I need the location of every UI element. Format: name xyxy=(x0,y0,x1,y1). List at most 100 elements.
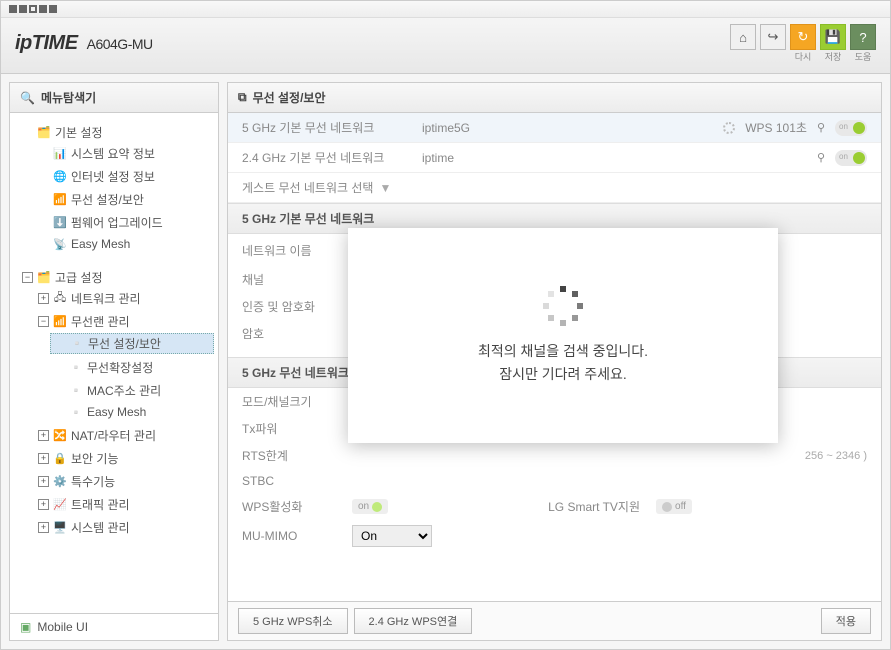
tree-system-summary[interactable]: 📊 시스템 요약 정보 xyxy=(34,144,214,163)
tree-label: 트래픽 관리 xyxy=(71,496,130,513)
tree-label: 무선 설정/보안 xyxy=(71,191,144,208)
form-wps: WPS활성화 on LG Smart TV지원 off xyxy=(228,493,881,520)
wps-5g-cancel-button[interactable]: 5 GHz WPS취소 xyxy=(238,608,348,634)
expand-icon[interactable]: + xyxy=(38,293,49,304)
filter-icon[interactable]: ⚲ xyxy=(817,151,825,164)
lgtv-toggle[interactable]: off xyxy=(656,499,692,514)
rts-range-note: 256 ~ 2346 ) xyxy=(805,450,867,462)
mumimo-select[interactable]: On xyxy=(352,525,432,547)
tree-firmware[interactable]: ⬇️ 펌웨어 업그레이드 xyxy=(34,213,214,232)
tree-wireless-mgmt[interactable]: −📶 무선랜 관리 xyxy=(34,312,214,331)
guest-network-row[interactable]: 게스트 무선 네트워크 선택 ▼ xyxy=(228,173,881,203)
filter-icon[interactable]: ⚲ xyxy=(817,121,825,134)
wps-toggle[interactable]: on xyxy=(352,499,388,514)
tree-special[interactable]: + ⚙️ 특수기능 xyxy=(34,472,214,491)
tree-wireless-security-adv[interactable]: ▫️무선 설정/보안 xyxy=(50,333,214,354)
collapse-icon[interactable]: − xyxy=(38,316,49,327)
save-label: 저장 xyxy=(825,50,842,63)
window-icon xyxy=(39,5,47,13)
expand-icon[interactable]: + xyxy=(38,522,49,533)
form-label: Tx파워 xyxy=(242,420,352,437)
modal-line1: 최적의 채널을 검색 중입니다. xyxy=(478,340,648,362)
tree-label: 무선확장설정 xyxy=(87,359,153,376)
tree-traffic[interactable]: +📈트래픽 관리 xyxy=(34,495,214,514)
nav-tree: 🗂️ 기본 설정 📊시스템 요약 정보 🌐인터넷 설정 정보 📶무선 설정/보안… xyxy=(10,113,218,613)
tree-label: 시스템 요약 정보 xyxy=(71,145,155,162)
toggle-24g[interactable] xyxy=(835,150,867,166)
tree-label: 펌웨어 업그레이드 xyxy=(71,214,163,231)
expand-icon[interactable]: + xyxy=(38,476,49,487)
window-icon xyxy=(9,5,17,13)
form-label: STBC xyxy=(242,474,352,488)
refresh-label: 다시 xyxy=(795,50,812,63)
system-icon: 🖥️ xyxy=(53,521,67,535)
tree-easymesh-adv[interactable]: ▫️Easy Mesh xyxy=(50,404,214,420)
body-container: 🔍 메뉴탐색기 🗂️ 기본 설정 📊시스템 요약 정보 🌐인터넷 설정 정보 📶… xyxy=(1,74,890,649)
lgtv-label: LG Smart TV지원 xyxy=(548,498,640,515)
tree-label: MAC주소 관리 xyxy=(87,382,161,399)
form-label: 네트워크 이름 xyxy=(242,242,352,259)
home-button[interactable]: ⌂ xyxy=(730,24,756,50)
form-stbc: STBC xyxy=(228,469,881,493)
tree-label: 기본 설정 xyxy=(55,124,103,141)
refresh-button[interactable]: ↻ xyxy=(790,24,816,50)
page-icon: ▫️ xyxy=(69,384,83,398)
save-button[interactable]: 💾 xyxy=(820,24,846,50)
chart-icon: 📊 xyxy=(53,147,67,161)
tree-basic-settings[interactable]: 🗂️ 기본 설정 xyxy=(18,123,214,142)
network-row-5g[interactable]: 5 GHz 기본 무선 네트워크 iptime5G WPS 101초 ⚲ xyxy=(228,113,881,143)
tree-label: 무선랜 관리 xyxy=(71,313,130,330)
tree-label: Easy Mesh xyxy=(71,237,130,251)
network-name: iptime5G xyxy=(422,121,723,135)
window-icon xyxy=(29,5,37,13)
tree-label: 특수기능 xyxy=(71,473,115,490)
folder-icon: 🗂️ xyxy=(37,126,51,140)
home-icon: ⌂ xyxy=(739,30,747,45)
tree-easymesh[interactable]: 📡Easy Mesh xyxy=(34,236,214,252)
exit-icon: ↪ xyxy=(768,29,779,45)
lock-icon: 🔒 xyxy=(53,452,67,466)
window-controls xyxy=(1,1,890,18)
network-name: iptime xyxy=(422,151,817,165)
model-text: A604G-MU xyxy=(87,36,153,52)
globe-icon: 🌐 xyxy=(53,170,67,184)
tree-network-mgmt[interactable]: +🖧네트워크 관리 xyxy=(34,289,214,308)
form-label: 인증 및 암호화 xyxy=(242,298,352,315)
tree-advanced-settings[interactable]: −🗂️ 고급 설정 xyxy=(18,268,214,287)
expand-icon[interactable]: + xyxy=(38,499,49,510)
tree-security[interactable]: +🔒보안 기능 xyxy=(34,449,214,468)
expand-icon[interactable]: + xyxy=(38,453,49,464)
expand-icon[interactable]: + xyxy=(38,430,49,441)
window-icon xyxy=(49,5,57,13)
tree-system[interactable]: +🖥️시스템 관리 xyxy=(34,518,214,537)
collapse-icon[interactable]: − xyxy=(22,272,33,283)
sidebar-footer[interactable]: ▣ Mobile UI xyxy=(10,613,218,640)
form-label: 채널 xyxy=(242,271,352,288)
footer-bar: 5 GHz WPS취소 2.4 GHz WPS연결 적용 xyxy=(228,601,881,640)
tree-internet-info[interactable]: 🌐 인터넷 설정 정보 xyxy=(34,167,214,186)
tree-nat-router[interactable]: +🔀NAT/라우터 관리 xyxy=(34,426,214,445)
download-icon: ⬇️ xyxy=(53,216,67,230)
page-icon: ▫️ xyxy=(70,337,84,351)
app-header: ipTIME A604G-MU ⌂ ↪ ↻다시 💾저장 ?도움 xyxy=(1,18,890,74)
network-row-24g[interactable]: 2.4 GHz 기본 무선 네트워크 iptime ⚲ xyxy=(228,143,881,173)
apply-button[interactable]: 적용 xyxy=(821,608,871,634)
wps-spinner-icon xyxy=(723,122,735,134)
toggle-5g[interactable] xyxy=(835,120,867,136)
search-icon: 🔍 xyxy=(20,91,35,105)
exit-button[interactable]: ↪ xyxy=(760,24,786,50)
tree-label: 인터넷 설정 정보 xyxy=(71,168,155,185)
modal-message: 최적의 채널을 검색 중입니다. 잠시만 기다려 주세요. xyxy=(478,340,648,385)
tree-mac-mgmt[interactable]: ▫️ MAC주소 관리 xyxy=(50,381,214,400)
form-rts: RTS한계 256 ~ 2346 ) xyxy=(228,442,881,469)
main-panel: ⧉ 무선 설정/보안 5 GHz 기본 무선 네트워크 iptime5G WPS… xyxy=(227,82,882,641)
wps-24g-connect-button[interactable]: 2.4 GHz WPS연결 xyxy=(354,608,473,634)
help-button[interactable]: ? xyxy=(850,24,876,50)
page-icon: ▫️ xyxy=(69,361,83,375)
wifi-icon: 📶 xyxy=(53,315,67,329)
special-icon: ⚙️ xyxy=(53,475,67,489)
tree-wireless-security[interactable]: 📶무선 설정/보안 xyxy=(34,190,214,209)
network-label: 2.4 GHz 기본 무선 네트워크 xyxy=(242,149,422,166)
tree-wireless-ext[interactable]: ▫️ 무선확장설정 xyxy=(50,358,214,377)
main-header: ⧉ 무선 설정/보안 xyxy=(228,83,881,113)
